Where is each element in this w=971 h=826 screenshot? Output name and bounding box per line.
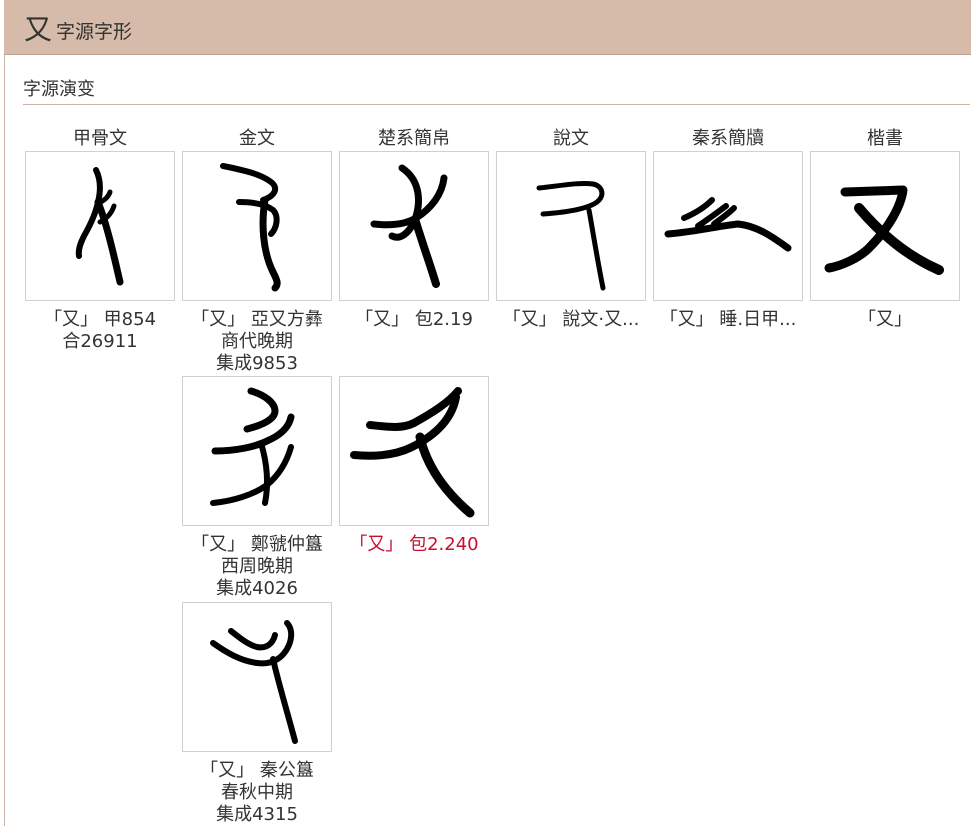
header-title: 字源字形 xyxy=(56,21,133,43)
glyph-tile-kaishu[interactable] xyxy=(810,151,960,301)
glyph-tile-bronze-1[interactable] xyxy=(182,151,332,301)
caption-bronze-1: 「又」 亞又方彝 商代晚期 集成9853 xyxy=(180,309,334,375)
glyph-tile-bronze-3[interactable] xyxy=(182,602,332,752)
column-header-shuowen: 說文 xyxy=(553,128,589,149)
caption-line: 「又」 鄭虢仲簋 xyxy=(191,534,323,555)
column-header-kaishu: 楷書 xyxy=(867,128,903,149)
caption-line: 「又」 亞又方彝 xyxy=(191,309,323,330)
header-character: 又 xyxy=(24,13,53,46)
column-header-oracle: 甲骨文 xyxy=(73,128,127,149)
glyph-tile-bronze-2[interactable] xyxy=(182,376,332,526)
caption-line: 「又」 xyxy=(858,309,912,330)
caption-chu-1: 「又」 包2.19 xyxy=(337,309,491,331)
caption-qin: 「又」 睡.日甲... xyxy=(651,309,805,331)
column-header-chu: 楚系簡帛 xyxy=(378,128,450,149)
section-divider xyxy=(23,104,970,105)
caption-shuowen: 「又」 說文·又... xyxy=(494,309,648,331)
caption-line: 春秋中期 xyxy=(221,782,293,803)
column-header-bronze: 金文 xyxy=(239,128,275,149)
bronze-you-glyph-2-icon xyxy=(210,387,295,506)
evolution-section-title: 字源演变 xyxy=(23,79,95,100)
bronze-you-glyph-1-icon xyxy=(220,163,281,292)
caption-line: 合26911 xyxy=(62,331,138,352)
section-header: 又 字源字形 xyxy=(4,0,971,55)
caption-line: 「又」 甲854 xyxy=(43,309,157,330)
caption-line: 「又」 包2.240 xyxy=(349,534,479,555)
glyph-tile-qin[interactable] xyxy=(653,151,803,301)
glyph-tile-oracle[interactable] xyxy=(25,151,175,301)
caption-chu-2-highlighted: 「又」 包2.240 xyxy=(337,534,491,556)
caption-line: 「又」 秦公簋 xyxy=(200,760,314,781)
caption-line: 集成4026 xyxy=(216,578,298,599)
caption-line: 「又」 睡.日甲... xyxy=(659,309,797,330)
kaishu-you-glyph-icon xyxy=(824,185,944,275)
chu-you-glyph-2-icon xyxy=(350,387,475,518)
glyph-tile-chu-2[interactable] xyxy=(339,376,489,526)
caption-line: 「又」 包2.19 xyxy=(355,309,473,330)
caption-line: 集成9853 xyxy=(216,353,298,374)
glyph-tile-chu-1[interactable] xyxy=(339,151,489,301)
caption-kaishu: 「又」 xyxy=(808,309,962,331)
glyph-tile-shuowen[interactable] xyxy=(496,151,646,301)
caption-bronze-2: 「又」 鄭虢仲簋 西周晚期 集成4026 xyxy=(180,534,334,600)
caption-line: 「又」 說文·又... xyxy=(502,309,640,330)
caption-line: 商代晚期 xyxy=(221,331,293,352)
caption-bronze-3: 「又」 秦公簋 春秋中期 集成4315 xyxy=(180,760,334,826)
caption-line: 集成4315 xyxy=(216,804,298,825)
column-header-qin: 秦系簡牘 xyxy=(692,128,764,149)
caption-oracle: 「又」 甲854 合26911 xyxy=(23,309,177,353)
oracle-you-glyph-icon xyxy=(75,167,124,286)
bronze-you-glyph-3-icon xyxy=(210,620,298,744)
chu-you-glyph-1-icon xyxy=(370,164,448,288)
shuowen-you-glyph-icon xyxy=(536,181,606,291)
qin-you-glyph-icon xyxy=(664,197,792,252)
caption-line: 西周晚期 xyxy=(221,556,293,577)
